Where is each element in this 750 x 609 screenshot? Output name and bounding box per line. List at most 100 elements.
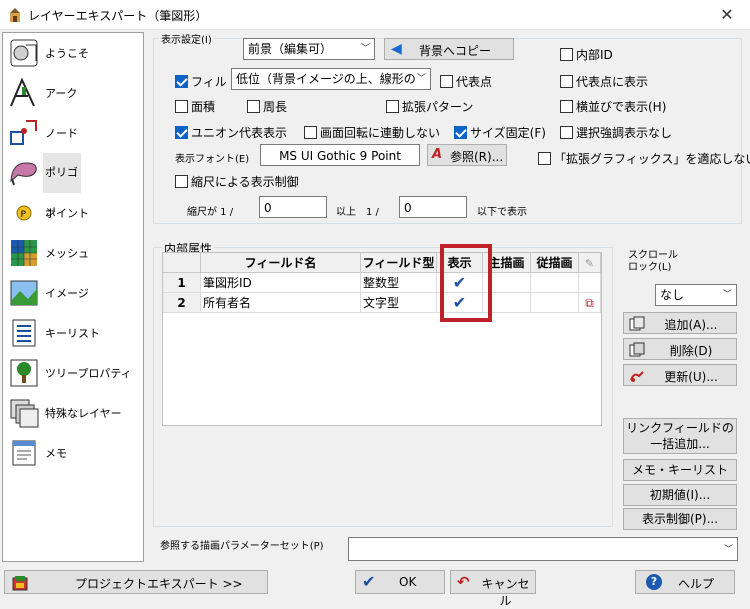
checkbox-box xyxy=(175,100,188,113)
help-label: ヘルプ xyxy=(678,577,715,591)
nav-item-memo[interactable]: メモ xyxy=(3,433,143,473)
delete-icon xyxy=(629,342,645,357)
field-name-cell[interactable]: 筆図形ID xyxy=(201,273,361,293)
field-type-cell[interactable]: 文字型 xyxy=(361,293,437,313)
close-icon[interactable]: ✕ xyxy=(712,4,742,26)
memo-icon xyxy=(12,440,36,466)
scale-to-input[interactable]: 0 xyxy=(399,196,467,218)
nav-label: ポイント xyxy=(45,207,89,220)
font-a-icon: A xyxy=(432,147,443,162)
scale-from-input[interactable]: 0 xyxy=(259,196,327,218)
checkbox-box xyxy=(175,75,188,88)
nav-item-node[interactable]: ノード xyxy=(3,113,143,153)
checkbox-label: フィル xyxy=(191,75,227,89)
cancel-button[interactable]: ↶ キャンセル xyxy=(450,570,536,608)
field-name-cell[interactable]: 所有者名 xyxy=(201,293,361,313)
checkbox-label: 画面回転に連動しない xyxy=(320,126,441,140)
add-icon xyxy=(629,316,645,331)
svg-text:P: P xyxy=(21,210,27,220)
sub-draw-cell[interactable] xyxy=(531,293,579,313)
ext-pattern-checkbox[interactable]: 拡張パターン xyxy=(386,98,473,115)
layer-mode-value: 前景（編集可） xyxy=(248,42,333,56)
window-title: レイヤーエキスパート（筆図形） xyxy=(28,9,208,23)
nav-item-polygon[interactable]: ポリゴン xyxy=(3,153,143,219)
checkbox-box xyxy=(386,100,399,113)
nav-label: アーク xyxy=(45,87,78,100)
check-icon: ✔ xyxy=(362,572,376,591)
nav-label: 特殊なレイヤー xyxy=(45,407,122,420)
nav-item-mesh[interactable]: メッシュ xyxy=(3,233,143,273)
select-highlight-checkbox[interactable]: 選択強調表示なし xyxy=(560,124,672,141)
param-set-select[interactable]: ﹀ xyxy=(348,537,738,561)
font-ref-button[interactable]: A 参照(R)... xyxy=(427,144,507,166)
arrow-left-icon: ◀ xyxy=(391,41,402,57)
rotate-checkbox[interactable]: 画面回転に連動しない xyxy=(304,124,440,141)
chevron-down-icon: ﹀ xyxy=(722,290,732,300)
display-control-button[interactable]: 表示制御(P)... xyxy=(623,508,737,530)
ok-button[interactable]: ✔ OK xyxy=(355,570,445,594)
ok-label: OK xyxy=(399,575,417,589)
nav-label: ようこそ xyxy=(45,47,89,60)
scale-control-checkbox[interactable]: 縮尺による表示制御 xyxy=(175,173,299,190)
update-button[interactable]: 更新(U)... xyxy=(623,364,737,386)
font-field: MS UI Gothic 9 Point xyxy=(260,144,420,166)
nav-label: ポリゴン xyxy=(43,153,81,219)
tv-icon[interactable]: ⧉ xyxy=(579,293,601,313)
fill-checkbox[interactable]: フィル xyxy=(175,73,227,90)
header-corner xyxy=(163,253,201,273)
checkbox-label: 代表点 xyxy=(456,75,493,89)
field-type-cell[interactable]: 整数型 xyxy=(361,273,437,293)
ref-label: 参照(R)... xyxy=(450,150,504,164)
rep-point-checkbox[interactable]: 代表点 xyxy=(440,73,492,90)
nav-item-tree-property[interactable]: ツリープロパティ xyxy=(3,353,143,393)
nav-item-welcome[interactable]: ようこそ xyxy=(3,33,143,73)
rep-point-display-checkbox[interactable]: 代表点に表示 xyxy=(560,73,648,90)
chevron-down-icon: ﹀ xyxy=(723,545,733,555)
param-set-label: 参照する描画パラメーターセット(P) xyxy=(160,541,324,552)
project-icon xyxy=(12,576,28,591)
nav-item-image[interactable]: イメージ xyxy=(3,273,143,313)
layer-mode-select[interactable]: 前景（編集可） ﹀ xyxy=(243,38,375,60)
nav-item-arc[interactable]: アーク xyxy=(3,73,143,113)
scroll-lock-select[interactable]: なし ﹀ xyxy=(655,284,737,306)
tool-cell[interactable] xyxy=(579,273,601,293)
update-icon xyxy=(630,371,644,382)
sub-draw-cell[interactable] xyxy=(531,273,579,293)
copy-to-background-button[interactable]: ◀ 背景へコピー xyxy=(384,38,514,60)
copy-bg-label: 背景へコピー xyxy=(419,44,492,58)
arc-icon xyxy=(10,77,35,107)
checkbox-box xyxy=(454,126,467,139)
ext-graphics-checkbox[interactable]: 「拡張グラフィックス」を適応しない xyxy=(538,150,750,167)
chevron-down-icon: ﹀ xyxy=(360,44,370,54)
fill-level-select[interactable]: 低位（背景イメージの上、線形の ﹀ xyxy=(231,68,431,90)
attribute-table: フィールド名 フィールド型 表示 主描画 従描画 ✎ 1 筆図形ID 整数型 ✔… xyxy=(162,252,602,426)
nav-label: メモ xyxy=(45,447,67,460)
image-icon xyxy=(10,280,38,306)
area-checkbox[interactable]: 面積 xyxy=(175,98,215,115)
memo-keylist-button[interactable]: メモ・キーリスト >> xyxy=(623,459,737,497)
horizontal-display-checkbox[interactable]: 横並びで表示(H) xyxy=(560,98,666,115)
keylist-icon xyxy=(12,319,36,347)
link-field-button[interactable]: リンクフィールドの 一括追加... xyxy=(623,418,737,454)
internal-id-checkbox[interactable]: 内部ID xyxy=(560,46,613,63)
update-label: 更新(U)... xyxy=(664,370,718,384)
checkbox-box xyxy=(175,126,188,139)
checkbox-box xyxy=(538,152,551,165)
checkbox-label: サイズ固定(F) xyxy=(470,126,546,140)
union-checkbox[interactable]: ユニオン代表表示 xyxy=(175,124,287,141)
checkbox-label: 拡張パターン xyxy=(402,100,474,114)
row-number: 2 xyxy=(163,293,201,313)
delete-button[interactable]: 削除(D) xyxy=(623,338,737,360)
nav-item-point[interactable]: P ポイント xyxy=(3,193,143,233)
initial-value-button[interactable]: 初期値(I)... xyxy=(623,484,737,506)
nav-item-special-layer[interactable]: 特殊なレイヤー xyxy=(3,393,143,433)
perimeter-checkbox[interactable]: 周長 xyxy=(247,98,287,115)
checkbox-box xyxy=(560,48,573,61)
pen-icon: ✎ xyxy=(584,257,595,270)
nav-item-keylist[interactable]: キーリスト xyxy=(3,313,143,353)
project-expert-button[interactable]: プロジェクトエキスパート >> xyxy=(4,570,268,594)
checkbox-box xyxy=(560,100,573,113)
add-button[interactable]: 追加(A)... xyxy=(623,312,737,334)
size-fixed-checkbox[interactable]: サイズ固定(F) xyxy=(454,124,546,141)
help-button[interactable]: ? ヘルプ xyxy=(635,570,735,594)
